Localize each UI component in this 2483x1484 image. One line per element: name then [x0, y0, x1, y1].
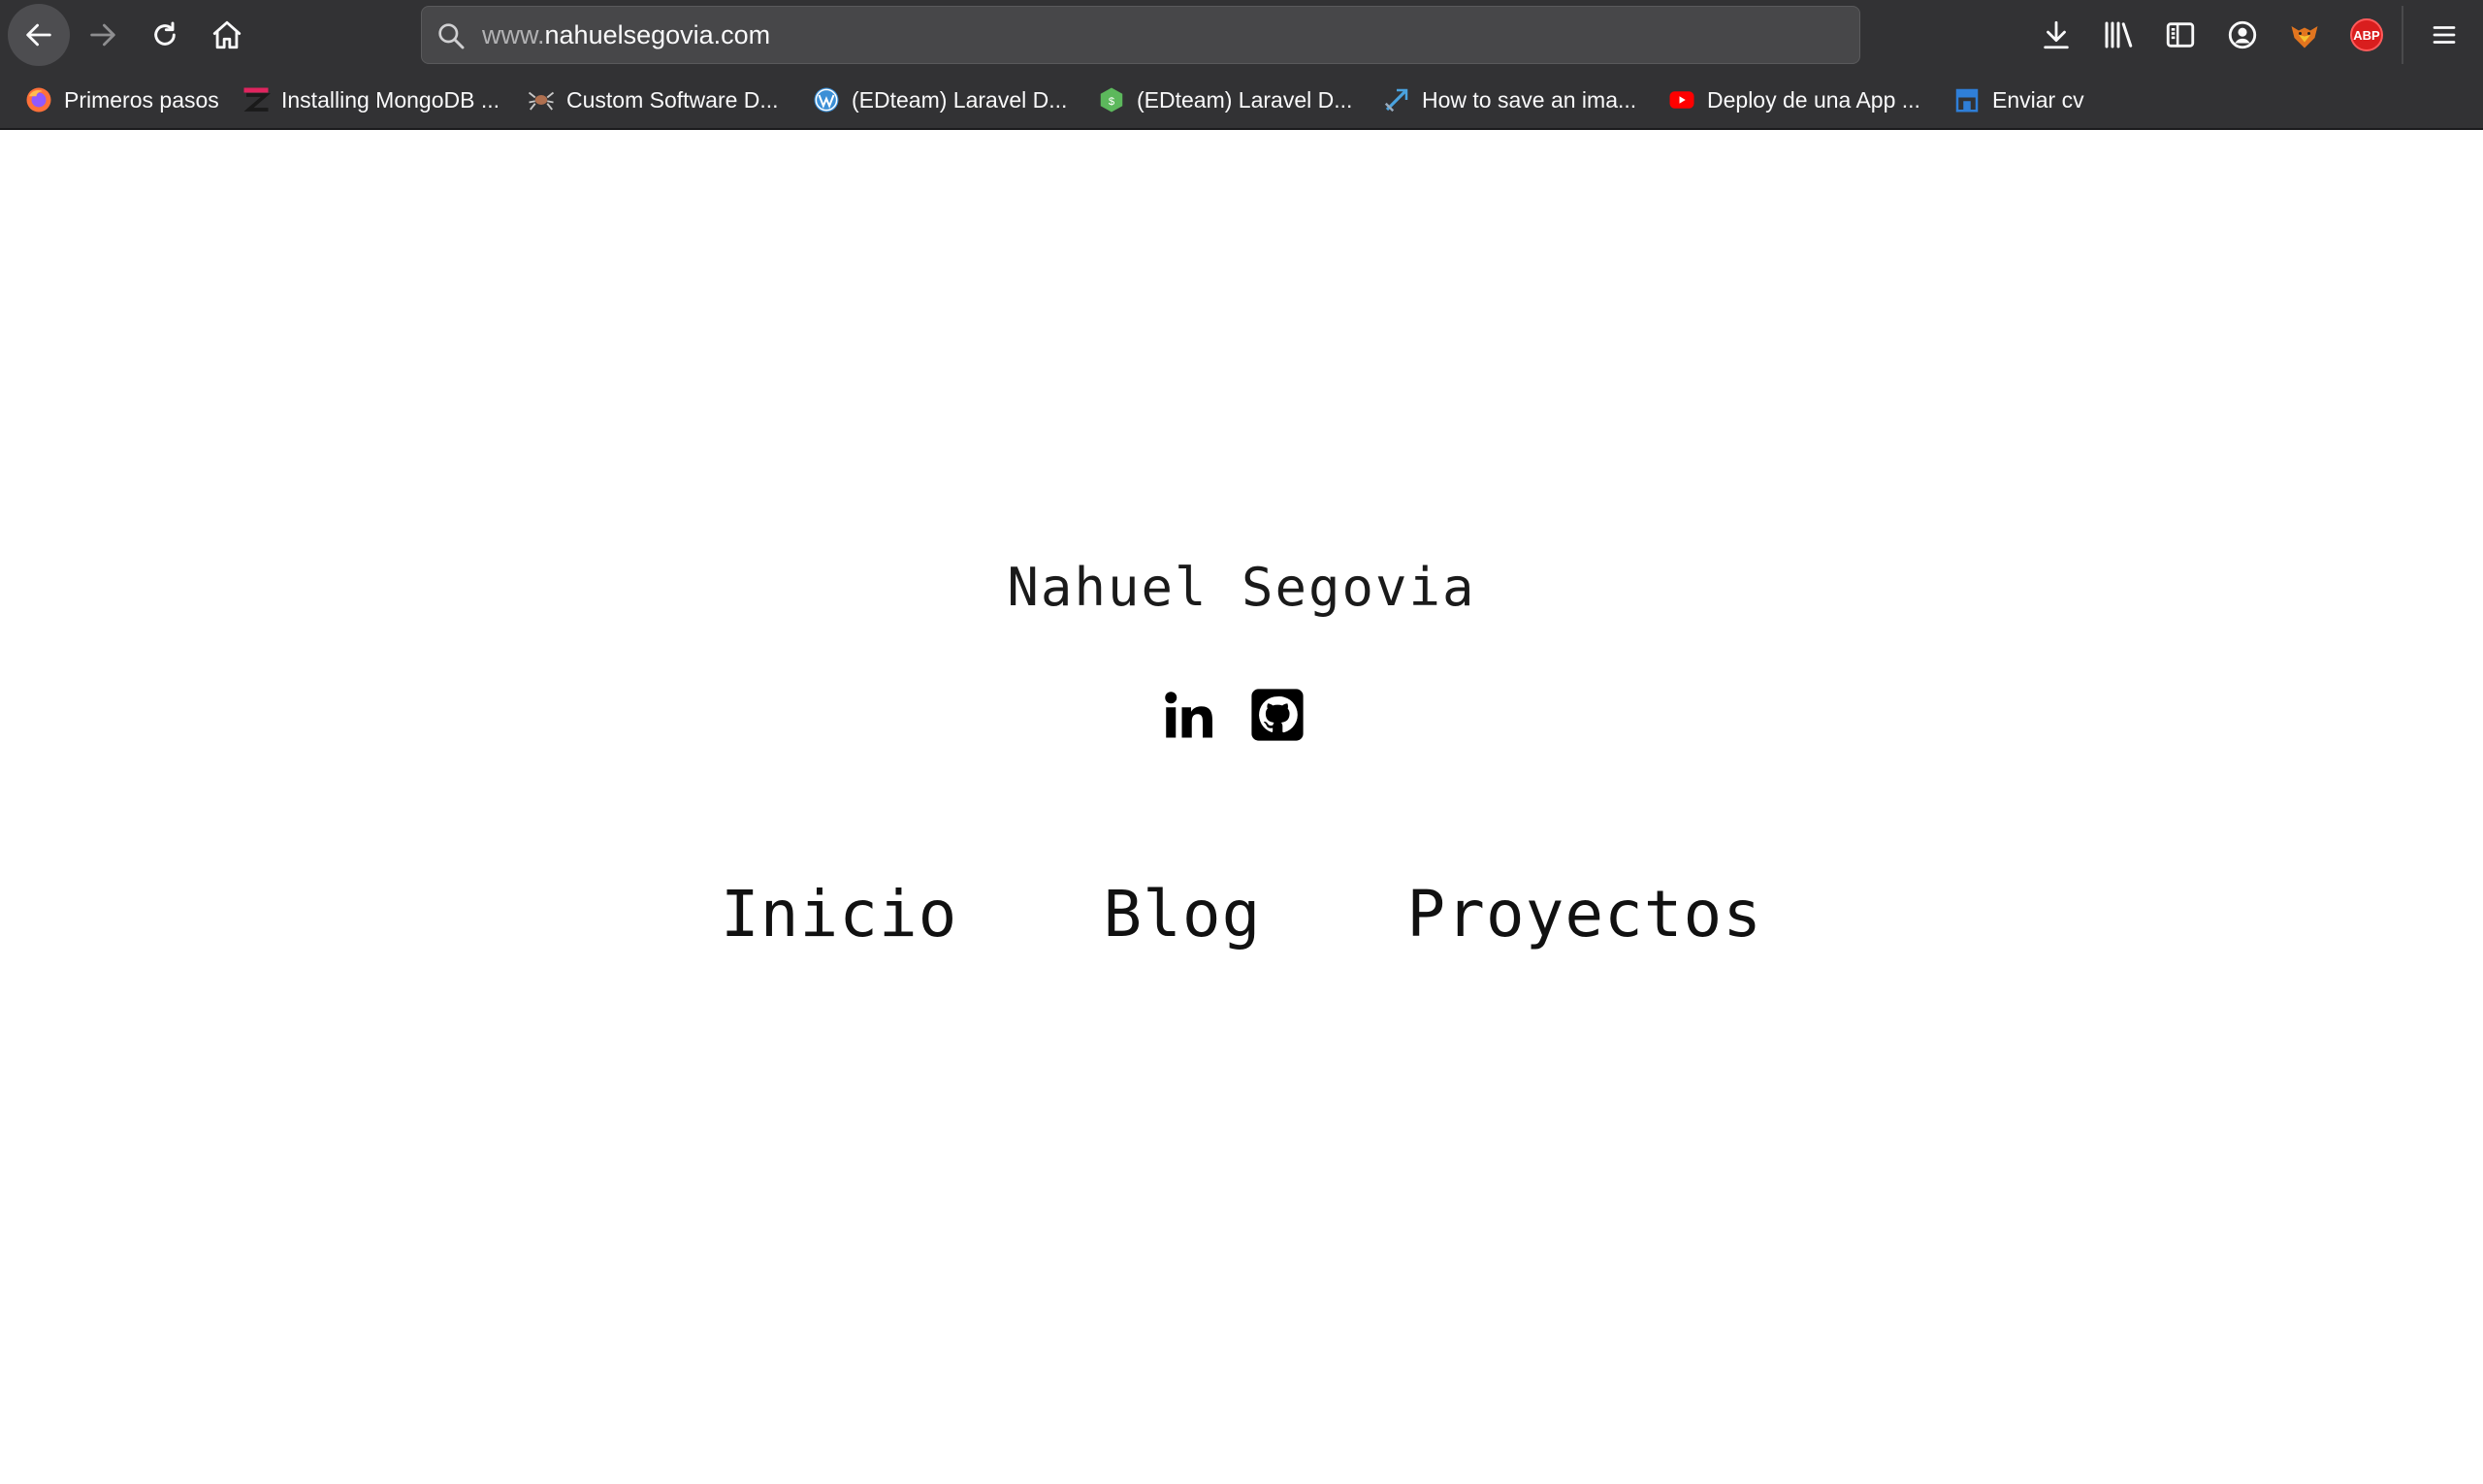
forward-arrow-icon — [90, 23, 115, 47]
reload-icon — [154, 21, 176, 46]
bookmark-enviar-cv[interactable]: Enviar cv — [1951, 70, 2084, 130]
bookmark-primeros-pasos[interactable]: Primeros pasos — [23, 70, 219, 130]
bookmark-edteam-laravel-1[interactable]: (EDteam) Laravel D... — [811, 70, 1067, 130]
youtube-icon — [1666, 84, 1697, 115]
bookmarks-bar: Primeros pasos Installing MongoDB ... Cu… — [0, 70, 2483, 130]
bookmark-label: (EDteam) Laravel D... — [1137, 86, 1353, 113]
bookmark-custom-software[interactable]: Custom Software D... — [526, 70, 779, 130]
bookmark-installing-mongodb[interactable]: Installing MongoDB ... — [241, 70, 500, 130]
linkedin-link[interactable] — [1160, 687, 1218, 745]
bookmark-label: Primeros pasos — [64, 86, 219, 113]
social-links — [1160, 687, 1307, 745]
library-button[interactable] — [2095, 12, 2142, 58]
arrow-tool-icon — [1381, 84, 1412, 115]
toolbar-separator — [2402, 6, 2403, 64]
url-domain: nahuelsegovia.com — [544, 20, 771, 49]
spider-icon — [526, 84, 557, 115]
storefront-icon — [1951, 84, 1983, 115]
bookmark-label: Installing MongoDB ... — [281, 86, 500, 113]
url-text[interactable]: www.nahuelsegovia.com — [482, 7, 770, 63]
url-bar[interactable]: www.nahuelsegovia.com — [421, 6, 1860, 64]
downloads-button[interactable] — [2033, 12, 2080, 58]
nav-inicio[interactable]: Inicio — [721, 877, 957, 952]
adblock-button[interactable]: ABP — [2343, 12, 2390, 58]
bookmark-label: (EDteam) Laravel D... — [852, 86, 1068, 113]
back-button[interactable] — [8, 4, 70, 66]
linkedin-icon — [1165, 692, 1212, 738]
firefox-icon — [23, 84, 54, 115]
page-content: Nahuel Segovia Inicio Blog Proyectos — [0, 130, 2483, 1484]
back-arrow-icon — [26, 23, 51, 47]
library-icon — [2105, 21, 2133, 48]
downloads-icon — [2044, 20, 2069, 49]
hexagon-icon: $ — [1096, 84, 1127, 115]
bookmark-label: Deploy de una App ... — [1707, 86, 1920, 113]
bookmark-label: How to save an ima... — [1422, 86, 1637, 113]
browser-toolbar: www.nahuelsegovia.com ABP — [0, 0, 2483, 70]
main-nav: Inicio Blog Proyectos — [0, 877, 2483, 952]
account-button[interactable] — [2219, 12, 2266, 58]
home-button[interactable] — [196, 8, 258, 62]
site-title: Nahuel Segovia — [1007, 557, 1476, 618]
menu-button[interactable] — [2421, 12, 2467, 58]
home-icon — [212, 20, 242, 49]
bookmark-label: Custom Software D... — [566, 86, 779, 113]
bookmark-deploy-app[interactable]: Deploy de una App ... — [1666, 70, 1920, 130]
nav-blog[interactable]: Blog — [1103, 877, 1261, 952]
sidebar-icon — [2166, 22, 2195, 48]
fox-extension-icon — [2291, 26, 2318, 48]
bookmark-label: Enviar cv — [1992, 86, 2084, 113]
hamburger-menu-icon — [2433, 26, 2456, 44]
adblock-icon: ABP — [2350, 18, 2383, 51]
wordpress-icon — [811, 84, 842, 115]
forward-button[interactable] — [72, 8, 134, 62]
bookmark-how-to-save[interactable]: How to save an ima... — [1381, 70, 1636, 130]
search-icon — [438, 23, 465, 49]
sidebar-button[interactable] — [2157, 12, 2204, 58]
url-prefix: www. — [482, 20, 545, 49]
github-icon — [1251, 689, 1304, 741]
account-icon — [2228, 20, 2257, 49]
reload-button[interactable] — [134, 8, 196, 62]
bookmark-edteam-laravel-2[interactable]: $ (EDteam) Laravel D... — [1096, 70, 1352, 130]
z-logo-icon — [241, 84, 272, 115]
fox-extension-button[interactable] — [2281, 12, 2328, 58]
github-link[interactable] — [1249, 687, 1307, 745]
nav-proyectos[interactable]: Proyectos — [1406, 877, 1762, 952]
svg-text:$: $ — [1109, 96, 1115, 108]
